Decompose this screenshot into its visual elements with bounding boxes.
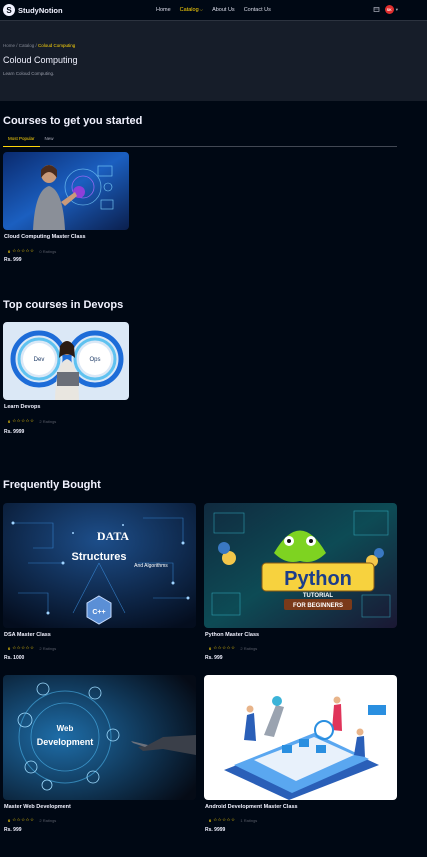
devops-dev-label: Dev [34, 357, 45, 363]
nav-link-about[interactable]: About Us [212, 7, 235, 13]
python-title-label: Python [284, 568, 352, 590]
rating-count: 2 Ratings [39, 645, 57, 651]
course-price: Rs. 999 [4, 827, 22, 833]
course-price: Rs. 1000 [4, 655, 25, 661]
course-rating: 0 ☆☆☆☆☆ 2 Ratings [8, 817, 56, 823]
course-card[interactable]: Cloud Computing Master Class 0 ☆☆☆☆☆ 0 R… [3, 152, 129, 267]
course-title[interactable]: Python Master Class [205, 632, 259, 638]
devops-ops-label: Ops [89, 357, 100, 363]
course-rating: 0 ☆☆☆☆☆ 2 Ratings [8, 418, 56, 424]
course-card[interactable]: Android Development Master Class 0 ☆☆☆☆☆… [204, 675, 397, 837]
star-rating-icon: ☆☆☆☆☆ [12, 817, 35, 822]
dsa-data-label: DATA [97, 529, 130, 543]
course-rating: 0 ☆☆☆☆☆ 1 Ratings [209, 817, 257, 823]
breadcrumb-current: Coloud Computing [38, 43, 76, 48]
rating-count: 2 Ratings [39, 418, 57, 424]
course-price: Rs. 999 [205, 655, 223, 661]
dsa-algorithms-label: And Algorithms [134, 563, 168, 569]
rating-count: 0 Ratings [39, 248, 57, 254]
logo-mark: S [3, 4, 15, 16]
rating-value: 0 [209, 645, 212, 651]
course-title[interactable]: Master Web Development [4, 804, 71, 810]
course-tabs: Most Popular New [3, 134, 397, 147]
nav-link-contact[interactable]: Contact Us [244, 7, 271, 13]
course-title[interactable]: DSA Master Class [4, 632, 51, 638]
python-tutorial-label: TUTORIAL [303, 593, 334, 599]
nav-links: Home Catalog⌵ About Us Contact Us [156, 7, 271, 13]
tab-most-popular[interactable]: Most Popular [3, 134, 40, 147]
catalog-hero: Home / Catalog / Coloud Computing Coloud… [0, 21, 427, 101]
course-card[interactable]: Python TUTORIAL FOR BEGINNERS Python Mas… [204, 503, 397, 665]
avatar-chevron-icon[interactable]: ▾ [396, 7, 398, 13]
python-beginners-label: FOR BEGINNERS [293, 603, 343, 609]
rating-value: 0 [8, 418, 11, 424]
cart-icon[interactable] [373, 6, 380, 13]
course-thumbnail[interactable]: Python TUTORIAL FOR BEGINNERS [204, 503, 397, 628]
course-rating: 0 ☆☆☆☆☆ 2 Ratings [209, 645, 257, 651]
course-card[interactable]: Web Development Master Web Development 0… [3, 675, 196, 837]
rating-value: 0 [8, 645, 11, 651]
page-title: Coloud Computing [3, 55, 78, 65]
webdev-development-label: Development [37, 737, 94, 747]
rating-value: 0 [209, 817, 212, 823]
course-thumbnail[interactable] [204, 675, 397, 800]
navbar: S StudyNotion Home Catalog⌵ About Us Con… [0, 0, 427, 21]
course-thumbnail[interactable] [3, 152, 129, 230]
star-rating-icon: ☆☆☆☆☆ [12, 645, 35, 650]
avatar[interactable]: SK [384, 5, 394, 14]
course-card[interactable]: Dev Ops Learn Devops 0 ☆☆☆☆☆ 2 Ratings R… [3, 322, 129, 437]
course-price: Rs. 999 [4, 257, 22, 263]
nav-link-home[interactable]: Home [156, 7, 171, 13]
logo-text: StudyNotion [18, 5, 63, 15]
course-card[interactable]: DATA Structures And Algorithms C++ DSA M… [3, 503, 196, 665]
course-price: Rs. 9999 [205, 827, 226, 833]
nav-right: SK ▾ [373, 5, 398, 14]
rating-count: 2 Ratings [240, 645, 258, 651]
section-title-devops: Top courses in Devops [3, 299, 124, 311]
section-title-frequently-bought: Frequently Bought [3, 479, 101, 491]
rating-value: 0 [8, 817, 11, 823]
star-rating-icon: ☆☆☆☆☆ [12, 248, 35, 253]
logo[interactable]: S StudyNotion [3, 4, 63, 16]
webdev-web-label: Web [57, 724, 74, 733]
course-rating: 0 ☆☆☆☆☆ 2 Ratings [8, 645, 56, 651]
course-thumbnail[interactable]: Dev Ops [3, 322, 129, 400]
page-description: Learn Coloud Computing. [3, 71, 55, 76]
dsa-structures-label: Structures [71, 551, 126, 563]
course-price: Rs. 9999 [4, 429, 25, 435]
tab-new[interactable]: New [40, 134, 59, 147]
course-rating: 0 ☆☆☆☆☆ 0 Ratings [8, 248, 56, 254]
rating-value: 0 [8, 248, 11, 254]
cpp-logo-label: C++ [92, 609, 105, 616]
star-rating-icon: ☆☆☆☆☆ [213, 645, 236, 650]
nav-link-catalog-label: Catalog [179, 7, 199, 13]
course-title[interactable]: Android Development Master Class [205, 804, 298, 810]
course-thumbnail[interactable]: Web Development [3, 675, 196, 800]
breadcrumb: Home / Catalog / Coloud Computing [3, 43, 75, 48]
rating-count: 2 Ratings [39, 817, 57, 823]
course-title[interactable]: Learn Devops [4, 404, 40, 410]
rating-count: 1 Ratings [240, 817, 258, 823]
section-title-started: Courses to get you started [3, 115, 143, 127]
course-thumbnail[interactable]: DATA Structures And Algorithms C++ [3, 503, 196, 628]
star-rating-icon: ☆☆☆☆☆ [12, 418, 35, 423]
breadcrumb-path[interactable]: Home / Catalog / [3, 43, 37, 48]
star-rating-icon: ☆☆☆☆☆ [213, 817, 236, 822]
course-title[interactable]: Cloud Computing Master Class [4, 234, 86, 240]
nav-link-catalog[interactable]: Catalog⌵ [180, 7, 203, 13]
chevron-down-icon: ⌵ [199, 7, 204, 12]
